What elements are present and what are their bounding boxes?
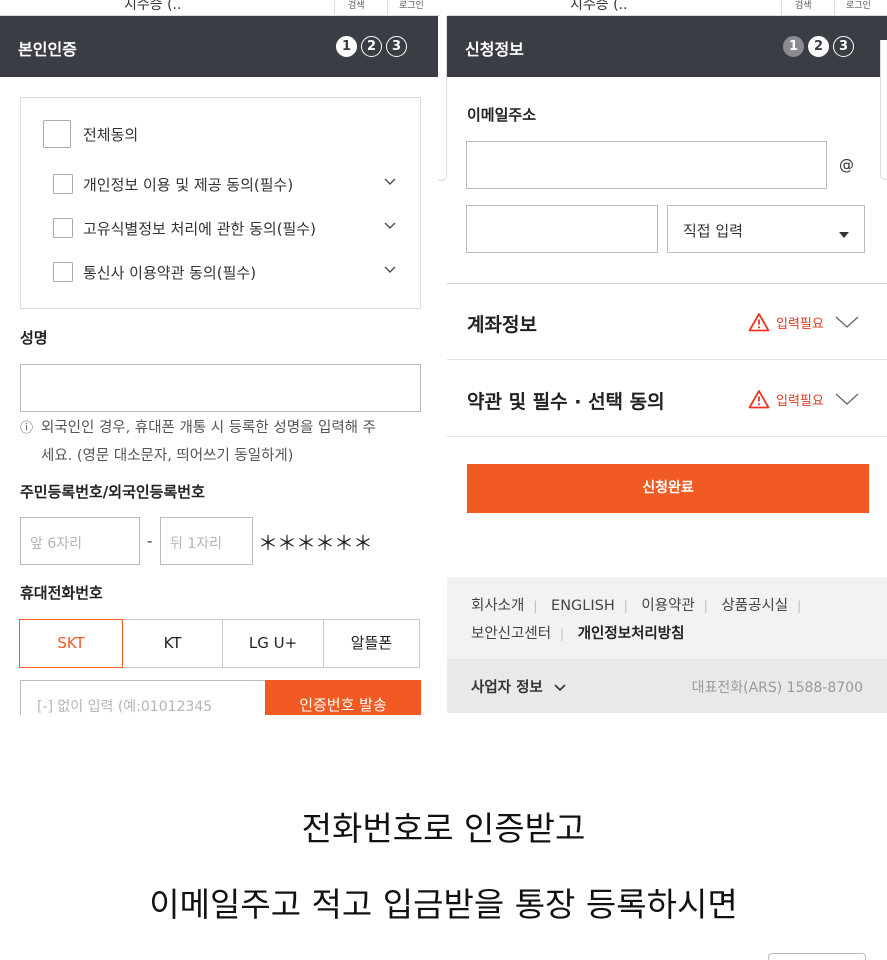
overlay-edge [438,16,447,181]
warning-triangle-icon [748,390,770,409]
name-note-line1: 외국인인 경우, 휴대폰 개통 시 등록한 성명을 입력해 주 [41,420,376,436]
caption-line-3: 끝 ! [0,950,887,960]
footer-link-company[interactable]: 회사소개 [471,598,524,614]
step-indicator: 1 2 3 [336,36,407,57]
rrn-mask: ＊＊＊＊＊＊ [258,531,373,555]
email-local-input[interactable] [466,141,827,189]
step-1: 1 [783,36,804,57]
agree-carrier-terms-label[interactable]: 통신사 이용약관 동의(필수) [83,262,256,283]
right-top-title: 지수증 (.. [570,0,628,13]
info-circle-icon: ⓘ [20,421,34,436]
email-domain-select[interactable]: 직접 입력 [667,205,865,253]
footer: 회사소개 | ENGLISH | 이용약관 | 상품공시실 | 보안신고센터 | 개인정보… [447,577,887,713]
overlay-edge-right [880,40,887,180]
footer-link-terms[interactable]: 이용약관 [641,598,694,614]
top-strip-right: 지수증 (.. 검색 로그인 [447,0,887,16]
agree-privacy-label[interactable]: 개인정보 이용 및 제공 동의(필수) [83,174,293,195]
chevron-down-icon [835,393,859,405]
agree-all-label[interactable]: 전체동의 [83,124,138,145]
terms-consent-status[interactable]: 입력필요 [748,389,860,409]
top-search-button[interactable]: 검색 [348,0,365,11]
caption-line-1: 전화번호로 인증받고 [301,809,586,848]
business-info-toggle[interactable]: 사업자 정보 [471,676,566,697]
agree-privacy-checkbox[interactable] [53,174,73,194]
top-login-button[interactable]: 로그인 [399,0,424,11]
rrn-front-input[interactable]: 앞 6자리 [20,517,140,565]
footer-link-disclosure[interactable]: 상품공시실 [721,598,788,614]
chevron-down-icon [554,684,566,692]
agree-unique-id-label[interactable]: 고유식별정보 처리에 관한 동의(필수) [83,218,316,239]
section-divider [447,436,887,437]
phone-info: 대표전화(ARS) 1588-8700 [691,680,863,696]
caption-line-2: 이메일주고 적고 입금받을 통장 등록하시면 [149,885,738,924]
left-top-title: 지수증 (.. [124,0,182,13]
agreement-box: 전체동의 개인정보 이용 및 제공 동의(필수) 고유식별정보 처리에 관한 동… [20,97,421,309]
phone-label: 휴대전화번호 [20,584,103,602]
page-title-application: 신청정보 [465,40,524,59]
carrier-lgu-button[interactable]: LG U+ [222,619,324,668]
chevron-down-icon[interactable] [383,176,397,191]
agree-unique-id-checkbox[interactable] [53,218,73,238]
agree-carrier-terms-checkbox[interactable] [53,262,73,282]
rrn-label: 주민등록번호/외국인등록번호 [20,483,205,501]
rrn-back-input[interactable]: 뒤 1자리 [160,517,253,565]
warning-triangle-icon [748,313,770,332]
step-2: 2 [808,36,829,57]
account-info-status[interactable]: 입력필요 [748,312,860,332]
footer-link-english[interactable]: ENGLISH [551,598,615,614]
account-info-title[interactable]: 계좌정보 [467,310,537,337]
submit-button[interactable]: 신청완료 [467,464,869,513]
section-divider [447,283,887,284]
step-indicator-right: 1 2 3 [783,36,854,57]
at-sign: @ [839,156,854,174]
section-divider [447,359,887,360]
footer-links-row1: 회사소개 | ENGLISH | 이용약관 | 상품공시실 | [471,598,802,614]
rrn-dash: - [147,532,153,550]
footer-link-security[interactable]: 보안신고센터 [471,626,551,642]
footer-links-row2: 보안신고센터 | 개인정보처리방침 [471,626,685,642]
send-code-button[interactable]: 인증번호 발송 [265,680,421,715]
step-3: 3 [833,36,854,57]
step-1: 1 [336,36,357,57]
carrier-mvno-button[interactable]: 알뜰폰 [323,619,420,668]
corner-element [768,953,866,960]
carrier-kt-button[interactable]: KT [122,619,223,668]
name-note-line2: 세요. (영문 대소문자, 띄어쓰기 동일하게) [41,448,294,464]
agree-all-checkbox[interactable] [43,120,71,148]
email-domain-input[interactable] [466,205,658,253]
right-header: 신청정보 1 2 3 [447,16,887,77]
step-2: 2 [361,36,382,57]
top-login-button-right[interactable]: 로그인 [846,0,871,11]
top-strip-left: 지수증 (.. 검색 로그인 [0,0,440,16]
footer-link-privacy[interactable]: 개인정보처리방침 [578,626,685,642]
left-header: 본인인증 1 2 3 [0,16,438,77]
chevron-down-icon [835,316,859,328]
name-label: 성명 [20,329,48,347]
business-info-bar: 사업자 정보 대표전화(ARS) 1588-8700 [447,659,887,713]
chevron-down-icon[interactable] [383,264,397,279]
caret-down-icon [838,224,850,243]
phone-input[interactable]: [-] 없이 입력 (예:01012345 [20,680,266,715]
carrier-skt-button[interactable]: SKT [19,619,123,668]
email-label: 이메일주소 [467,106,537,124]
top-search-button-right[interactable]: 검색 [795,0,812,11]
page-title-identity: 본인인증 [18,40,77,59]
chevron-down-icon[interactable] [383,220,397,235]
step-3: 3 [386,36,407,57]
name-input[interactable] [20,364,421,412]
terms-consent-title[interactable]: 약관 및 필수 · 선택 동의 [467,387,665,414]
